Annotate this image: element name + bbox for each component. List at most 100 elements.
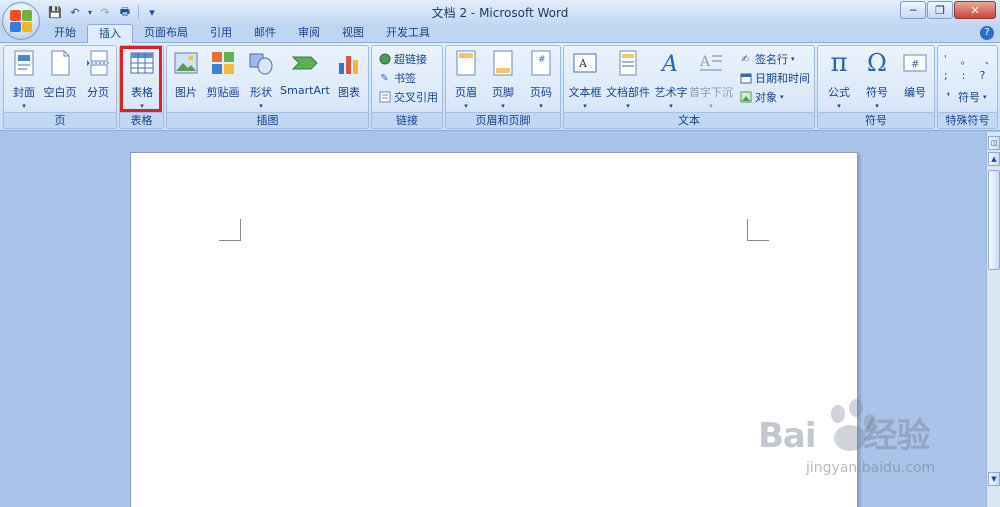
bookmark-icon: ✎ xyxy=(380,72,389,84)
omega-icon: Ω xyxy=(867,49,887,77)
picture-button[interactable]: 图片 xyxy=(171,49,201,111)
textbox-button[interactable]: A 文本框 ▾ xyxy=(567,49,603,111)
clipart-button[interactable]: 剪贴画 xyxy=(205,49,241,111)
help-icon[interactable]: ? xyxy=(980,26,994,40)
special-char-2[interactable]: 。 xyxy=(961,52,971,67)
calendar-icon xyxy=(739,72,752,85)
close-button[interactable]: ✕ xyxy=(954,1,996,19)
special-char-3[interactable]: 、 xyxy=(985,52,995,67)
cross-reference-label: 交叉引用 xyxy=(394,91,438,104)
wordart-icon: A xyxy=(657,49,685,77)
drop-cap-label: 首字下沉 xyxy=(689,86,733,99)
scroll-up-icon[interactable]: ▲ xyxy=(988,152,1000,166)
textbox-dropdown-icon: ▾ xyxy=(583,102,587,110)
tab-references[interactable]: 引用 xyxy=(199,24,243,43)
minimize-button[interactable]: ─ xyxy=(900,1,926,19)
group-links: 超链接 ✎ 书签 交叉引用 链接 xyxy=(371,45,443,129)
office-logo-icon xyxy=(10,10,32,32)
crop-mark-top-left xyxy=(219,219,241,241)
page-break-button[interactable]: 分页 xyxy=(82,49,114,111)
group-symbols: π 公式 ▾ Ω 符号 ▾ # 编号 符号 xyxy=(817,45,935,129)
numbering-icon: # xyxy=(901,49,929,77)
quick-parts-button[interactable]: 文档部件 ▾ xyxy=(606,49,650,111)
header-button[interactable]: 页眉 ▾ xyxy=(451,49,481,111)
special-char-4[interactable]: ; xyxy=(944,69,948,82)
tab-insert[interactable]: 插入 xyxy=(87,24,133,44)
shapes-dropdown-icon: ▾ xyxy=(259,102,263,110)
blank-page-button[interactable]: 空白页 xyxy=(42,49,78,111)
shapes-button[interactable]: 形状 ▾ xyxy=(246,49,276,111)
table-highlight-box xyxy=(120,46,162,112)
signature-line-button[interactable]: ✍ 签名行 ▾ xyxy=(739,50,794,68)
tab-mailings[interactable]: 邮件 xyxy=(243,24,287,43)
numbering-button[interactable]: # 编号 xyxy=(898,49,932,111)
cross-reference-button[interactable]: 交叉引用 xyxy=(378,88,438,106)
drop-cap-button[interactable]: A 首字下沉 ▾ xyxy=(689,49,733,111)
object-label: 对象 xyxy=(755,91,777,104)
wordart-button[interactable]: A 艺术字 ▾ xyxy=(653,49,689,111)
svg-text:A: A xyxy=(699,54,711,70)
header-dropdown-icon: ▾ xyxy=(464,102,468,110)
special-char-6[interactable]: ? xyxy=(979,69,985,82)
clipart-icon xyxy=(209,49,237,77)
symbol-dropdown-icon: ▾ xyxy=(875,102,879,110)
date-time-button[interactable]: 日期和时间 xyxy=(739,69,810,87)
tab-page-layout[interactable]: 页面布局 xyxy=(133,24,199,43)
ribbon: 封面 ▾ 空白页 分页 页 表格 ▾ 表格 图片 剪贴画 形状 ▾ SmartA… xyxy=(0,43,1000,131)
cover-page-label: 封面 xyxy=(13,86,35,99)
special-char-1[interactable]: ' xyxy=(944,54,947,65)
blank-page-icon xyxy=(46,49,74,77)
office-button[interactable] xyxy=(2,2,40,40)
picture-icon xyxy=(172,49,200,77)
shapes-label: 形状 xyxy=(250,86,272,99)
object-button[interactable]: 对象 ▾ xyxy=(739,88,784,106)
group-tables-label: 表格 xyxy=(120,112,163,128)
tab-review[interactable]: 审阅 xyxy=(287,24,331,43)
ruler-toggle-icon[interactable]: ◫ xyxy=(988,136,1000,150)
page-number-button[interactable]: # 页码 ▾ xyxy=(526,49,556,111)
document-page[interactable] xyxy=(130,152,858,507)
special-char-5[interactable]: : xyxy=(962,69,966,82)
hyperlink-label: 超链接 xyxy=(394,53,427,66)
hyperlink-button[interactable]: 超链接 xyxy=(378,50,427,68)
equation-label: 公式 xyxy=(828,86,850,99)
watermark-brand: Bai 经验 xyxy=(758,416,931,456)
signature-icon: ✍ xyxy=(741,53,750,65)
baidu-watermark: Bai 经验 jingyan.baidu.com xyxy=(758,398,998,488)
crop-mark-top-right xyxy=(747,219,769,241)
tab-developer[interactable]: 开发工具 xyxy=(375,24,441,43)
smartart-icon xyxy=(291,49,319,77)
object-dropdown-icon: ▾ xyxy=(780,93,784,101)
scroll-thumb[interactable] xyxy=(988,170,1000,270)
symbol-button[interactable]: Ω 符号 ▾ xyxy=(860,49,894,111)
special-symbol-button[interactable]: ❜ 符号 ▾ xyxy=(942,88,987,106)
chart-button[interactable]: 图表 xyxy=(334,49,364,111)
special-symbol-label: 符号 xyxy=(958,91,980,104)
picture-label: 图片 xyxy=(175,86,197,99)
group-pages-label: 页 xyxy=(4,112,116,128)
svg-text:#: # xyxy=(911,59,919,70)
tab-view[interactable]: 视图 xyxy=(331,24,375,43)
equation-button[interactable]: π 公式 ▾ xyxy=(822,48,856,111)
header-icon xyxy=(452,49,480,77)
restore-button[interactable]: ❐ xyxy=(927,1,953,19)
smartart-label: SmartArt xyxy=(280,84,330,97)
group-illustrations: 图片 剪贴画 形状 ▾ SmartArt 图表 插图 xyxy=(166,45,369,129)
page-break-icon xyxy=(84,49,112,77)
smartart-button[interactable]: SmartArt xyxy=(279,49,331,111)
special-symbol-icon: ❜ xyxy=(946,91,951,103)
wordart-label: 艺术字 xyxy=(654,86,688,99)
cover-page-button[interactable]: 封面 ▾ xyxy=(9,49,39,111)
tab-home[interactable]: 开始 xyxy=(42,24,87,43)
header-label: 页眉 xyxy=(455,86,477,99)
watermark-site: jingyan.baidu.com xyxy=(806,460,936,476)
cover-page-icon xyxy=(10,49,38,77)
footer-button[interactable]: 页脚 ▾ xyxy=(488,49,518,111)
blank-page-label: 空白页 xyxy=(43,86,77,99)
footer-icon xyxy=(489,49,517,77)
bookmark-button[interactable]: ✎ 书签 xyxy=(378,69,416,87)
globe-icon xyxy=(378,53,391,66)
footer-label: 页脚 xyxy=(492,86,514,99)
cover-page-dropdown-icon: ▾ xyxy=(22,102,26,110)
equation-dropdown-icon: ▾ xyxy=(837,102,841,110)
